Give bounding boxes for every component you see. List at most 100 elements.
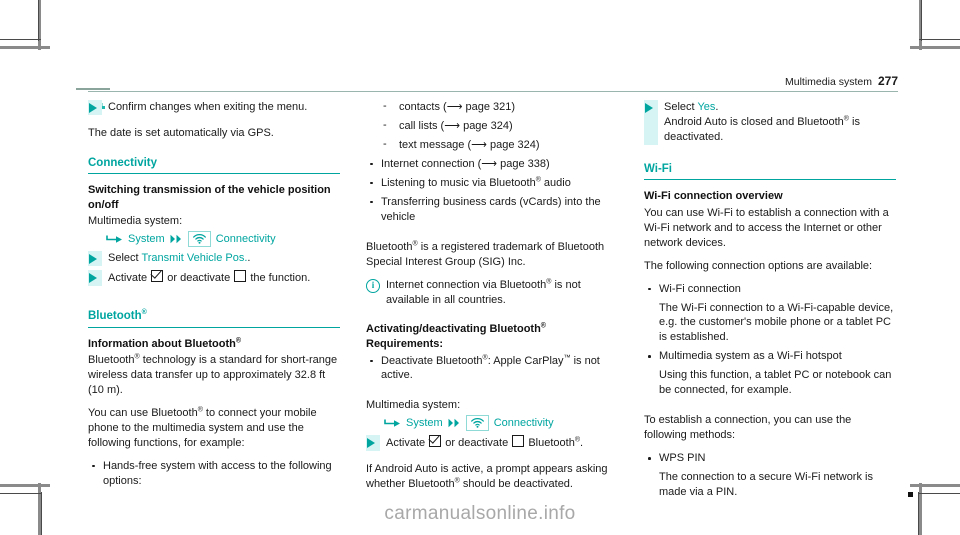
page-ref-arrow-icon: ⟶ bbox=[444, 119, 461, 132]
triangle-bullet-icon bbox=[89, 254, 97, 265]
step-confirm-changes: Confirm changes when exiting the menu. bbox=[88, 100, 340, 115]
paragraph-wifi-usage: You can use Wi-Fi to establish a connect… bbox=[644, 206, 889, 249]
hook-arrow-icon bbox=[384, 418, 401, 429]
nav-item-connectivity[interactable]: Connectivity bbox=[216, 232, 276, 246]
checkbox-checked-icon[interactable] bbox=[151, 270, 164, 283]
info-icon: i bbox=[366, 278, 380, 293]
section-heading-connectivity: Connectivity bbox=[88, 156, 340, 175]
double-chevron-icon bbox=[170, 234, 183, 244]
header-title: Multimedia system bbox=[785, 76, 872, 88]
list-bluetooth-functions: Hands-free system with access to the fol… bbox=[88, 459, 340, 489]
list-item-text: Internet connection ( bbox=[381, 157, 482, 170]
paragraph-part-a: Bluetooth bbox=[88, 354, 135, 367]
paragraph-date-gps: The date is set automatically via GPS. bbox=[88, 126, 274, 139]
activate-suffix-b: . bbox=[580, 437, 584, 450]
list-item: Transferring business cards (vCards) int… bbox=[366, 195, 618, 225]
header-rule bbox=[88, 91, 898, 92]
activate-suffix: the function. bbox=[247, 272, 311, 285]
step-text: Select Yes. Android Auto is closed and Bl… bbox=[664, 100, 896, 145]
step-activate-deactivate-function: Activate or deactivate the function. bbox=[88, 270, 340, 287]
list-item-text: call lists ( bbox=[399, 119, 445, 132]
nav-path-system-connectivity-2: System Connectivity bbox=[366, 415, 618, 432]
crop-mark-top-right-vertical-inner bbox=[921, 0, 922, 41]
step-select-transmit-vehicle-pos: Select Transmit Vehicle Pos.. bbox=[88, 251, 340, 267]
checkbox-unchecked-icon[interactable] bbox=[512, 435, 525, 448]
list-item-detail: Using this function, a tablet PC or note… bbox=[659, 369, 892, 397]
label-multimedia-system-1: Multimedia system: bbox=[88, 215, 183, 228]
menu-item-yes[interactable]: Yes bbox=[697, 101, 715, 113]
column-1: Confirm changes when exiting the menu. T… bbox=[88, 100, 340, 508]
page-ref-arrow-icon: ⟶ bbox=[481, 157, 498, 170]
section-heading-wifi: Wi-Fi bbox=[644, 162, 896, 181]
step-select-suffix: . bbox=[715, 101, 719, 113]
step-select-suffix: . bbox=[247, 252, 251, 265]
registered-mark: ® bbox=[540, 322, 546, 330]
subheading-switching-transmission: Switching transmission of the vehicle po… bbox=[88, 184, 331, 211]
wifi-signal-icon bbox=[470, 418, 484, 429]
checkbox-unchecked-icon[interactable] bbox=[234, 270, 247, 283]
step-text: Select Transmit Vehicle Pos.. bbox=[108, 251, 340, 266]
nav-item-connectivity[interactable]: Connectivity bbox=[494, 416, 554, 430]
list-item: Hands-free system with access to the fol… bbox=[88, 459, 340, 489]
list-item: Multimedia system as a Wi-Fi hotspot bbox=[644, 349, 896, 364]
page-ref-arrow-icon: ⟶ bbox=[446, 101, 463, 113]
list-item: Wi-Fi connection bbox=[644, 282, 896, 297]
triangle-bullet-icon bbox=[89, 103, 97, 113]
activate-prefix: Activate bbox=[108, 272, 151, 285]
subheading-wifi-connection-overview: Wi-Fi connection overview bbox=[644, 190, 783, 203]
step-text: Activate or deactivate the function. bbox=[108, 270, 340, 286]
trademark-mark: ™ bbox=[563, 353, 571, 361]
step-select-prefix: Select bbox=[108, 252, 142, 265]
checkbox-checked-icon[interactable] bbox=[429, 435, 442, 448]
page-ref: page 321) bbox=[462, 101, 516, 113]
section-heading-bluetooth-text: Bluetooth bbox=[88, 310, 142, 323]
subheading-information-about-bluetooth: Information about Bluetooth® bbox=[88, 337, 340, 352]
step-select-prefix: Select bbox=[664, 101, 698, 113]
list-item-text-b: audio bbox=[540, 176, 571, 189]
paragraph-bluetooth-standard: Bluetooth® technology is a standard for … bbox=[88, 353, 340, 398]
list-item: call lists (⟶ page 324) bbox=[381, 118, 618, 134]
paragraph-android-auto-prompt: If Android Auto is active, a prompt appe… bbox=[366, 462, 618, 492]
paragraph-part-a: Bluetooth bbox=[366, 240, 413, 253]
triangle-bullet-icon bbox=[645, 103, 653, 113]
wifi-icon-box bbox=[187, 231, 211, 248]
registration-dot bbox=[908, 492, 913, 497]
triangle-bullet-icon bbox=[89, 273, 97, 284]
paragraph-part-b: should be deactivated. bbox=[459, 478, 573, 491]
subheading-activating-deactivating-bluetooth: Activating/deactivating Bluetooth® Requir… bbox=[366, 322, 618, 351]
nav-path-system-connectivity-1: System Connectivity bbox=[88, 231, 340, 248]
list-item-text-b: : Apple CarPlay bbox=[487, 354, 564, 367]
wifi-signal-icon bbox=[192, 234, 206, 244]
list-item-text-a: Deactivate Bluetooth bbox=[381, 354, 483, 367]
nav-item-system[interactable]: System bbox=[406, 416, 443, 430]
page-number: 277 bbox=[877, 74, 898, 88]
double-chevron-icon bbox=[448, 418, 461, 428]
activate-middle: or deactivate bbox=[164, 272, 234, 285]
subheading-text-a: Activating/deactivating Bluetooth bbox=[366, 323, 541, 336]
step-text: Activate or deactivate Bluetooth®. bbox=[386, 435, 618, 451]
menu-item-transmit-vehicle-pos[interactable]: Transmit Vehicle Pos. bbox=[141, 252, 247, 264]
crop-mark-top-right-horizontal bbox=[910, 46, 960, 49]
note-text-a: Internet connection via Bluetooth bbox=[386, 278, 547, 291]
crop-mark-top-left-horizontal-inner bbox=[0, 39, 41, 40]
list-item-detail: The connection to a secure Wi-Fi network… bbox=[659, 471, 873, 499]
crop-mark-bottom-left-horizontal-inner bbox=[0, 493, 41, 494]
nav-item-system[interactable]: System bbox=[128, 232, 165, 246]
list-item-text-a: Listening to music via Bluetooth bbox=[381, 176, 536, 189]
page-ref-arrow-icon: ⟶ bbox=[471, 138, 487, 151]
section-heading-bluetooth: Bluetooth® bbox=[88, 309, 340, 328]
list-bluetooth-functions-cont: Internet connection (⟶ page 338) Listeni… bbox=[366, 157, 618, 225]
list-item: Deactivate Bluetooth®: Apple CarPlay™ is… bbox=[366, 354, 618, 384]
crop-mark-bottom-right-horizontal-inner bbox=[919, 493, 960, 494]
list-item: text message (⟶ page 324) bbox=[381, 137, 618, 153]
hook-arrow-icon bbox=[106, 234, 123, 245]
activate-middle: or deactivate bbox=[442, 437, 512, 450]
crop-mark-bottom-right-horizontal bbox=[910, 484, 960, 487]
page-ref: page 338) bbox=[497, 157, 550, 170]
activate-suffix-a: Bluetooth bbox=[525, 437, 575, 450]
subheading-text-b: Requirements: bbox=[366, 338, 444, 350]
crop-mark-top-right-horizontal-inner bbox=[919, 39, 960, 40]
step-select-yes: Select Yes. Android Auto is closed and Bl… bbox=[644, 100, 896, 145]
column-2: contacts (⟶ page 321) call lists (⟶ page… bbox=[366, 99, 618, 508]
registered-mark: ® bbox=[235, 336, 242, 344]
